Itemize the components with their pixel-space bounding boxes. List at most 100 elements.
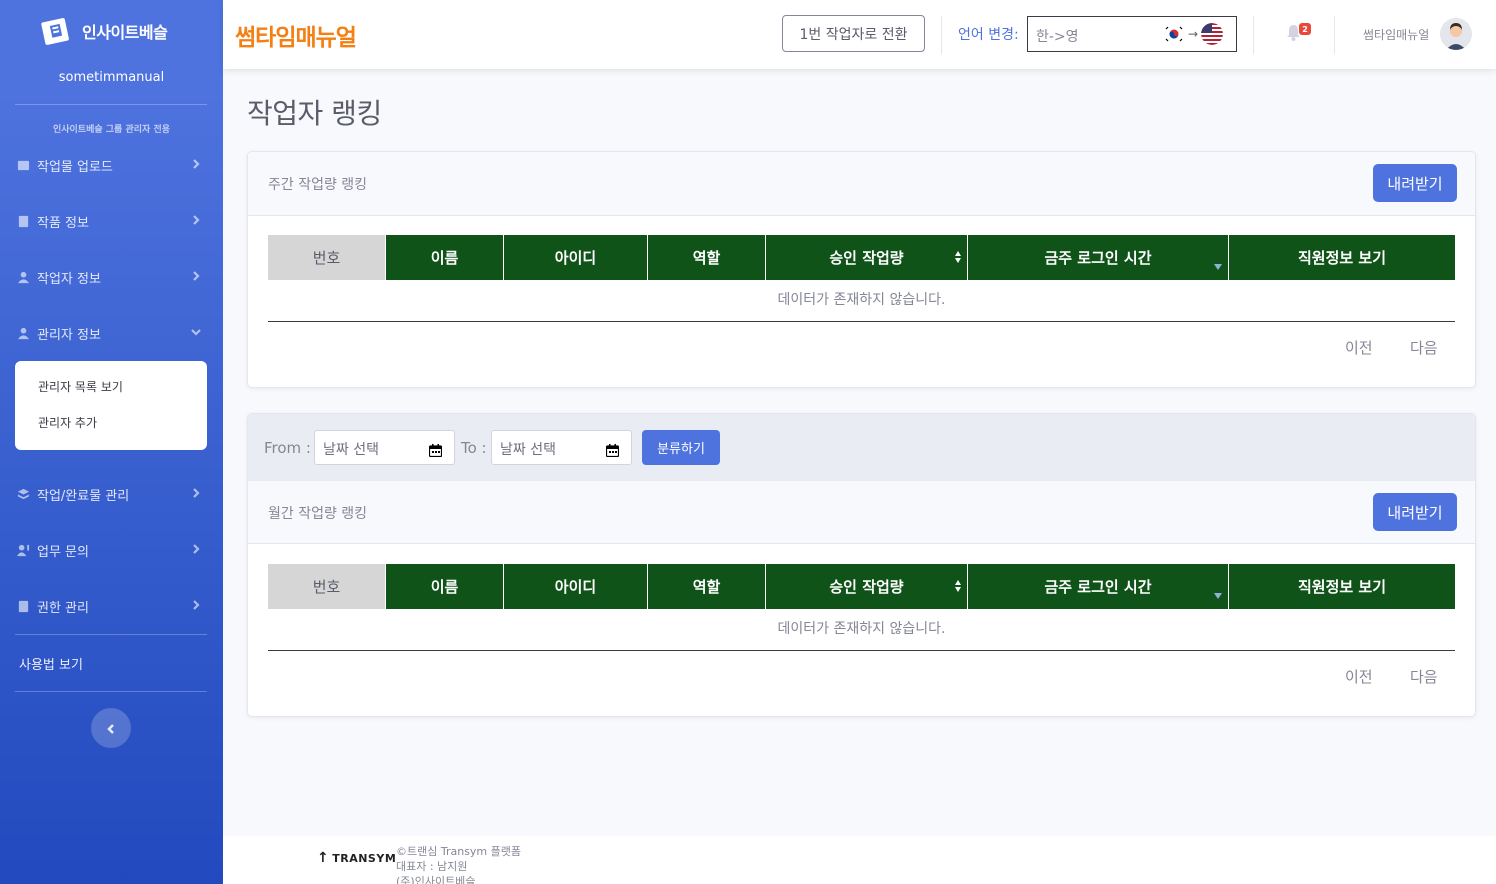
sidebar-item-label: 관리자 정보 <box>37 327 101 343</box>
weekly-ranking-card: 주간 작업량 랭킹 내려받기 번호 이름 아이디 역할 승인 작업량 금주 로그… <box>247 151 1476 388</box>
sort-desc-icon <box>1214 257 1222 270</box>
file-icon <box>16 599 30 613</box>
sidebar-item-label: 작품 정보 <box>37 215 89 231</box>
prev-page-button[interactable]: 이전 <box>1345 666 1373 687</box>
from-date-input[interactable]: 날짜 선택 <box>314 430 455 465</box>
classify-button[interactable]: 분류하기 <box>642 430 720 465</box>
submenu-item-add-admin[interactable]: 관리자 추가 <box>38 414 97 431</box>
date-filter-bar: From : 날짜 선택 To : 날짜 선택 분류하기 <box>248 414 1475 481</box>
from-label: From : <box>264 439 311 457</box>
upload-icon <box>16 158 30 172</box>
transym-logo-text: TRANSYM <box>332 851 397 865</box>
notification-badge: 2 <box>1299 23 1311 35</box>
sidebar-item-label: 업무 문의 <box>37 544 89 560</box>
switch-worker-button[interactable]: 1번 작업자로 전환 <box>782 15 925 52</box>
brand-name: 인사이트베슬 <box>82 23 168 42</box>
calendar-icon <box>428 442 443 458</box>
column-header-number[interactable]: 번호 <box>268 564 386 609</box>
sidebar-item-works[interactable]: 작품 정보 <box>16 209 208 233</box>
topbar-divider <box>1253 16 1254 54</box>
sidebar-usage-link[interactable]: 사용법 보기 <box>19 654 83 673</box>
language-flags: → <box>1163 23 1224 45</box>
sort-icon <box>954 578 962 594</box>
user-cog-icon <box>16 326 30 340</box>
column-header-label: 금주 로그인 시간 <box>1044 249 1152 267</box>
footer-representative: 대표자 : 남지원 <box>396 860 468 873</box>
to-date-placeholder: 날짜 선택 <box>500 442 556 458</box>
user-name[interactable]: 썸타임매뉴얼 <box>1363 26 1429 43</box>
topbar-divider <box>941 16 942 54</box>
column-header-role[interactable]: 역할 <box>648 564 766 609</box>
weekly-download-button[interactable]: 내려받기 <box>1373 164 1457 202</box>
empty-message: 데이터가 존재하지 않습니다. <box>268 280 1455 322</box>
column-header-id[interactable]: 아이디 <box>504 564 648 609</box>
avatar[interactable] <box>1440 18 1472 50</box>
arrow-right-icon: → <box>1188 27 1199 41</box>
language-select[interactable]: 한->영 → <box>1027 16 1237 52</box>
empty-message: 데이터가 존재하지 않습니다. <box>268 609 1455 651</box>
column-header-name[interactable]: 이름 <box>386 564 504 609</box>
column-header-role[interactable]: 역할 <box>648 235 766 280</box>
column-header-login-time[interactable]: 금주 로그인 시간 <box>968 235 1229 280</box>
column-header-approved[interactable]: 승인 작업량 <box>766 564 968 609</box>
prev-page-button[interactable]: 이전 <box>1345 337 1373 358</box>
column-header-login-time[interactable]: 금주 로그인 시간 <box>968 564 1229 609</box>
topbar: 썸타임매뉴얼 1번 작업자로 전환 언어 변경: 한->영 → 2 썸타임매뉴얼 <box>223 0 1496 69</box>
sort-desc-icon <box>1214 586 1222 599</box>
book-icon <box>16 214 30 228</box>
language-value: 한->영 <box>1036 29 1079 45</box>
sidebar-item-permissions[interactable]: 권한 관리 <box>16 594 208 618</box>
topbar-divider <box>1334 16 1335 54</box>
user-icon <box>16 270 30 284</box>
sidebar-username: sometimmanual <box>58 70 165 85</box>
column-header-id[interactable]: 아이디 <box>504 235 648 280</box>
chevron-left-icon <box>106 719 116 738</box>
admin-submenu: 관리자 목록 보기 관리자 추가 <box>15 361 207 450</box>
sidebar-item-admins[interactable]: 관리자 정보 <box>16 321 208 345</box>
chevron-down-icon <box>190 326 202 338</box>
sidebar-item-upload[interactable]: 작업물 업로드 <box>16 153 208 177</box>
to-label: To : <box>461 439 487 457</box>
next-page-button[interactable]: 다음 <box>1410 337 1438 358</box>
monthly-ranking-card: From : 날짜 선택 To : 날짜 선택 분류하기 월간 작업량 랭킹 내… <box>247 413 1476 717</box>
page-title: 작업자 랭킹 <box>247 97 382 130</box>
column-header-approved[interactable]: 승인 작업량 <box>766 235 968 280</box>
sidebar-item-label: 작업물 업로드 <box>37 159 113 175</box>
chevron-right-icon <box>190 270 202 282</box>
sidebar-item-workers[interactable]: 작업자 정보 <box>16 265 208 289</box>
sidebar-toggle-button[interactable] <box>91 708 131 748</box>
column-header-label: 금주 로그인 시간 <box>1044 578 1152 596</box>
sidebar-item-inquiry[interactable]: 업무 문의 <box>16 538 208 562</box>
monthly-download-button[interactable]: 내려받기 <box>1373 493 1457 531</box>
footer-copyright: ©트랜심 Transym 플랫폼 <box>396 845 522 858</box>
chevron-right-icon <box>190 158 202 170</box>
submenu-item-admin-list[interactable]: 관리자 목록 보기 <box>38 378 123 395</box>
to-date-input[interactable]: 날짜 선택 <box>491 430 632 465</box>
table-header-row: 번호 이름 아이디 역할 승인 작업량 금주 로그인 시간 직원정보 보기 <box>268 564 1455 609</box>
sidebar-item-label: 권한 관리 <box>37 600 89 616</box>
footer-company: (주)인사이트베슬 <box>396 875 476 884</box>
sidebar-item-label: 작업자 정보 <box>37 271 101 287</box>
next-page-button[interactable]: 다음 <box>1410 666 1438 687</box>
sidebar-brand[interactable]: 인사이트베슬 <box>40 16 168 46</box>
chevron-right-icon <box>190 599 202 611</box>
sidebar-divider <box>15 691 207 692</box>
app-logo[interactable]: 썸타임매뉴얼 <box>235 18 357 52</box>
sidebar-item-task-management[interactable]: 작업/완료물 관리 <box>16 482 208 506</box>
weekly-card-header: 주간 작업량 랭킹 내려받기 <box>248 152 1475 216</box>
sidebar-item-label: 작업/완료물 관리 <box>37 488 130 504</box>
column-header-name[interactable]: 이름 <box>386 235 504 280</box>
footer-info: ©트랜심 Transym 플랫폼 대표자 : 남지원 (주)인사이트베슬 <box>396 844 521 884</box>
column-header-number[interactable]: 번호 <box>268 235 386 280</box>
sidebar-group-note: 인사이트베슬 그룹 관리자 전용 <box>52 125 171 135</box>
brand-logo-icon <box>40 16 72 46</box>
chevron-right-icon <box>190 487 202 499</box>
weekly-card-title: 주간 작업량 랭킹 <box>268 177 368 193</box>
usa-flag-icon <box>1201 23 1224 45</box>
column-header-label: 승인 작업량 <box>829 249 904 267</box>
layers-icon <box>16 487 30 501</box>
calendar-icon <box>605 442 620 458</box>
column-header-staff-info[interactable]: 직원정보 보기 <box>1229 235 1455 280</box>
sort-icon <box>954 249 962 265</box>
column-header-staff-info[interactable]: 직원정보 보기 <box>1229 564 1455 609</box>
